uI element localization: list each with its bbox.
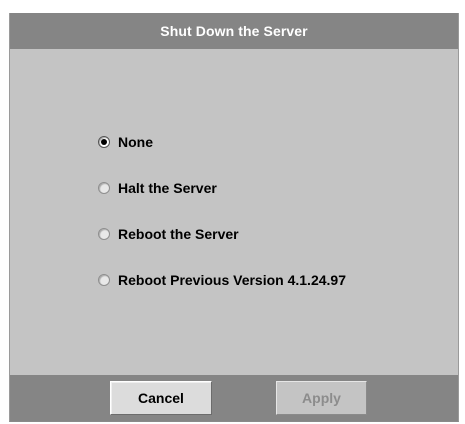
option-halt-server-label: Halt the Server <box>118 180 217 196</box>
radio-unselected-icon[interactable] <box>98 182 110 194</box>
radio-selected-icon[interactable] <box>98 136 110 148</box>
radio-unselected-icon[interactable] <box>98 228 110 240</box>
option-reboot-previous-version-label: Reboot Previous Version 4.1.24.97 <box>118 272 346 288</box>
apply-button[interactable]: Apply <box>276 381 367 415</box>
option-reboot-server-label: Reboot the Server <box>118 226 239 242</box>
cancel-button[interactable]: Cancel <box>110 381 212 415</box>
option-halt-server[interactable]: Halt the Server <box>98 180 217 196</box>
radio-unselected-icon[interactable] <box>98 274 110 286</box>
option-reboot-server[interactable]: Reboot the Server <box>98 226 239 242</box>
option-none[interactable]: None <box>98 134 153 150</box>
dialog-title: Shut Down the Server <box>160 23 308 39</box>
shutdown-dialog: Shut Down the Server None Halt the Serve… <box>9 13 459 422</box>
option-none-label: None <box>118 134 153 150</box>
option-reboot-previous-version[interactable]: Reboot Previous Version 4.1.24.97 <box>98 272 346 288</box>
dialog-button-bar: Cancel Apply <box>10 375 458 421</box>
dialog-title-bar: Shut Down the Server <box>10 13 458 49</box>
